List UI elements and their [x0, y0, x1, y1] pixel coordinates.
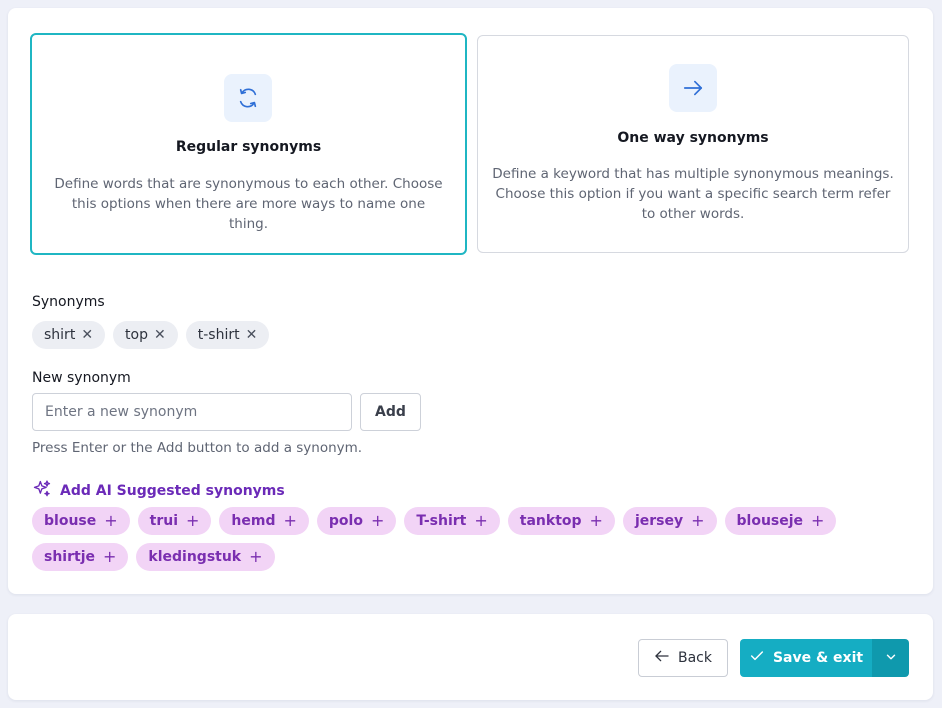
save-and-exit-button[interactable]: Save & exit [740, 639, 872, 677]
ai-suggestion-chip[interactable]: blouse + [32, 507, 130, 535]
regular-synonyms-title: Regular synonyms [175, 139, 322, 155]
ai-suggestion-label: tanktop [519, 513, 582, 529]
close-icon[interactable]: ✕ [154, 328, 166, 342]
add-synonym-button[interactable]: Add [360, 393, 421, 431]
plus-icon: + [283, 511, 297, 530]
synonym-chip-list: shirt ✕ top ✕ t-shirt ✕ [32, 321, 270, 349]
plus-icon: + [691, 511, 705, 530]
ai-suggestion-chip[interactable]: tanktop + [507, 507, 615, 535]
synonym-chip-label: t-shirt [197, 327, 240, 343]
ai-suggestion-label: blouse [44, 513, 97, 529]
new-synonym-input[interactable] [32, 393, 352, 431]
plus-icon: + [474, 511, 488, 530]
new-synonym-help-text: Press Enter or the Add button to add a s… [32, 440, 363, 456]
plus-icon: + [370, 511, 385, 530]
ai-suggestion-label: hemd [231, 513, 276, 529]
ai-suggestion-label: kledingstuk [148, 549, 242, 565]
checkmark-icon [749, 648, 765, 668]
synonym-chip-label: top [125, 327, 148, 343]
plus-icon: + [811, 511, 825, 530]
footer-bar: Back Save & exit [8, 614, 933, 700]
ai-suggestion-chip[interactable]: T-shirt + [404, 507, 500, 535]
chevron-down-icon [884, 650, 898, 667]
new-synonym-label: New synonym [32, 370, 131, 386]
ai-suggestion-label: polo [328, 513, 363, 529]
one-way-synonyms-title: One way synonyms [617, 130, 769, 146]
refresh-icon [224, 74, 272, 122]
ai-suggestion-label: blouseje [736, 513, 804, 529]
ai-suggestion-chip[interactable]: blouseje + [724, 507, 837, 535]
ai-suggestion-chip[interactable]: kledingstuk + [136, 543, 275, 571]
one-way-synonyms-description: Define a keyword that has multiple synon… [492, 166, 894, 222]
ai-suggestion-label: jersey [634, 513, 684, 529]
save-button-label: Save & exit [772, 650, 864, 666]
plus-icon: + [104, 511, 118, 530]
save-options-dropdown-button[interactable] [872, 639, 909, 677]
ai-suggestion-chip[interactable]: trui + [137, 507, 212, 535]
ai-suggestion-chip[interactable]: polo + [316, 507, 397, 535]
ai-suggestion-chip[interactable]: shirtje + [32, 543, 129, 571]
ai-suggestion-label: T-shirt [416, 513, 467, 529]
ai-suggestion-chip[interactable]: jersey + [622, 507, 717, 535]
sparkles-icon [32, 479, 52, 503]
back-button[interactable]: Back [638, 639, 728, 677]
synonym-chip: top ✕ [113, 321, 178, 349]
plus-icon: + [186, 511, 200, 530]
plus-icon: + [249, 547, 263, 566]
ai-suggestion-list: blouse + trui + hemd + polo + T-shirt + … [32, 507, 912, 571]
close-icon[interactable]: ✕ [246, 328, 258, 342]
plus-icon: + [589, 511, 603, 530]
synonym-chip-label: shirt [44, 327, 76, 343]
synonym-editor-panel: Regular synonyms Define words that are s… [8, 8, 933, 594]
ai-suggestion-chip[interactable]: hemd + [219, 507, 309, 535]
synonym-chip: t-shirt ✕ [185, 321, 270, 349]
synonym-chip: shirt ✕ [32, 321, 106, 349]
add-ai-suggested-synonyms-link[interactable]: Add AI Suggested synonyms [32, 479, 285, 503]
regular-synonyms-option[interactable]: Regular synonyms Define words that are s… [30, 33, 467, 255]
close-icon[interactable]: ✕ [81, 328, 93, 342]
arrow-left-icon [654, 648, 670, 668]
ai-suggestion-label: shirtje [44, 549, 95, 565]
one-way-synonyms-option[interactable]: One way synonyms Define a keyword that h… [477, 35, 909, 253]
plus-icon: + [103, 547, 117, 566]
ai-link-label: Add AI Suggested synonyms [60, 483, 285, 499]
ai-suggestion-label: trui [149, 513, 179, 529]
synonyms-label: Synonyms [32, 294, 105, 310]
back-button-label: Back [678, 650, 712, 666]
arrow-right-icon [669, 64, 717, 112]
regular-synonyms-description: Define words that are synonymous to each… [54, 176, 443, 232]
